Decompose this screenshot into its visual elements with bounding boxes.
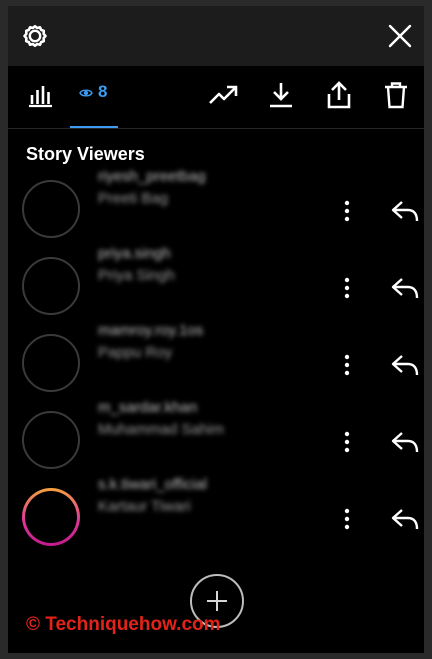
more-vertical-icon[interactable] xyxy=(336,506,358,532)
reply-icon[interactable] xyxy=(390,273,420,303)
avatar[interactable] xyxy=(22,257,80,315)
viewer-row[interactable]: priya.singh Priya Singh xyxy=(8,245,424,330)
viewer-row[interactable]: riyesh_preetbag Preeti Bag xyxy=(8,168,424,253)
viewers-count: 8 xyxy=(98,82,108,101)
viewer-username[interactable]: m_sardar.khan xyxy=(98,399,197,416)
download-icon[interactable] xyxy=(266,80,296,110)
more-vertical-icon[interactable] xyxy=(336,352,358,378)
viewer-row[interactable]: mamroy.roy.1os Pappu Roy xyxy=(8,322,424,407)
viewer-username[interactable]: mamroy.roy.1os xyxy=(98,322,203,339)
viewer-username[interactable]: s.k.tiwari_official xyxy=(98,476,207,493)
viewer-name: Preeti Bag xyxy=(98,190,169,207)
viewer-name: Muhammad Sahim xyxy=(98,421,224,438)
plus-icon xyxy=(207,591,227,611)
viewer-row[interactable]: m_sardar.khan Muhammad Sahim xyxy=(8,399,424,484)
more-vertical-icon[interactable] xyxy=(336,198,358,224)
viewer-row[interactable]: s.k.tiwari_official Kartaur Tiwari xyxy=(8,476,424,561)
reply-icon[interactable] xyxy=(390,196,420,226)
more-vertical-icon[interactable] xyxy=(336,275,358,301)
section-title: Story Viewers xyxy=(26,144,145,164)
trending-icon[interactable] xyxy=(208,80,238,110)
toolbar: 8 xyxy=(8,66,424,129)
more-vertical-icon[interactable] xyxy=(336,429,358,455)
avatar[interactable] xyxy=(22,411,80,469)
eye-icon xyxy=(79,89,93,97)
reply-icon[interactable] xyxy=(390,350,420,380)
viewer-username[interactable]: riyesh_preetbag xyxy=(98,168,206,185)
reply-icon[interactable] xyxy=(390,504,420,534)
viewer-username[interactable]: priya.singh xyxy=(98,245,171,262)
active-tab-indicator xyxy=(70,126,118,128)
viewer-name: Priya Singh xyxy=(98,267,175,284)
viewer-name: Pappu Roy xyxy=(98,344,173,361)
share-icon[interactable] xyxy=(324,80,354,110)
trash-icon[interactable] xyxy=(381,80,411,110)
close-icon[interactable] xyxy=(386,22,414,50)
top-bar xyxy=(8,6,424,66)
avatar[interactable] xyxy=(22,334,80,392)
avatar-story-ring[interactable] xyxy=(22,488,80,546)
reply-icon[interactable] xyxy=(390,427,420,457)
avatar[interactable] xyxy=(22,180,80,238)
viewer-name: Kartaur Tiwari xyxy=(98,498,191,515)
stats-bar-icon[interactable] xyxy=(25,80,55,110)
story-viewer-panel: 8 Story Viewers riyesh_preetbag Preeti B… xyxy=(8,6,424,653)
watermark: © Techniquehow.com xyxy=(26,614,221,635)
tab-viewers[interactable]: 8 xyxy=(70,66,126,128)
gear-icon[interactable] xyxy=(21,22,49,50)
